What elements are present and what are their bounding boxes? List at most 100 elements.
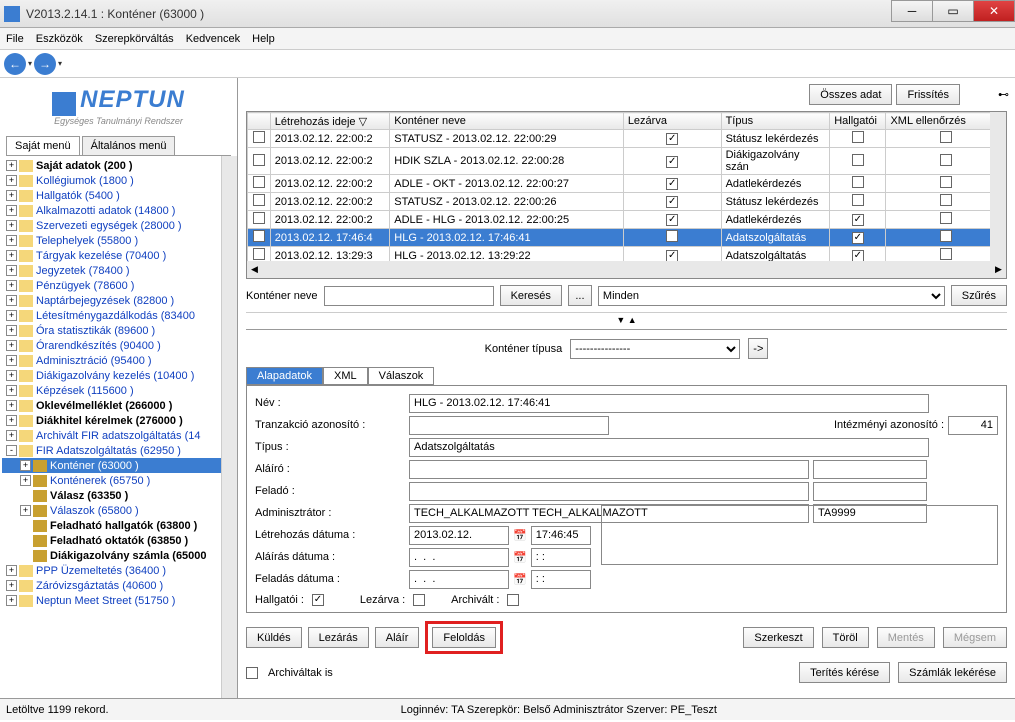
tab-xml[interactable]: XML [323, 367, 368, 385]
grid-row[interactable]: 2013.02.12. 22:00:2ADLE - HLG - 2013.02.… [248, 211, 1006, 229]
expand-icon[interactable]: + [6, 160, 17, 171]
tree-item[interactable]: +Telephelyek (55800 ) [2, 233, 235, 248]
expand-icon[interactable]: + [6, 580, 17, 591]
edit-button[interactable]: Szerkeszt [743, 627, 813, 648]
checkbox[interactable] [852, 194, 864, 206]
menu-roles[interactable]: Szerepkörváltás [95, 33, 174, 45]
nav-back-dropdown[interactable]: ▾ [28, 59, 32, 68]
grid-header-created[interactable]: Létrehozás ideje ▽ [270, 113, 389, 130]
expand-icon[interactable]: + [6, 220, 17, 231]
tree-item[interactable]: Feladható hallgatók (63800 ) [2, 518, 235, 533]
grid-header-student[interactable]: Hallgatói [830, 113, 886, 130]
checkbox[interactable] [852, 176, 864, 188]
tree-scrollbar[interactable] [221, 156, 237, 698]
tab-answers[interactable]: Válaszok [368, 367, 435, 385]
checkbox[interactable] [852, 154, 864, 166]
tree-item[interactable]: +Naptárbejegyzések (82800 ) [2, 293, 235, 308]
tree-item[interactable]: +PPP Üzemeltetés (36400 ) [2, 563, 235, 578]
sender-code-field[interactable] [813, 482, 927, 501]
checkbox[interactable] [253, 248, 265, 260]
checkbox[interactable] [852, 131, 864, 143]
tree-item[interactable]: +Jegyzetek (78400 ) [2, 263, 235, 278]
expand-icon[interactable]: + [6, 310, 17, 321]
archived-too-checkbox[interactable] [246, 667, 258, 679]
checkbox[interactable]: ✓ [852, 214, 864, 226]
tree-item[interactable]: +Konténerek (65750 ) [2, 473, 235, 488]
tree-item[interactable]: +Konténer (63000 ) [2, 458, 235, 473]
grid-scrollbar-horizontal[interactable]: ◀▶ [247, 261, 1006, 278]
grid-row[interactable]: 2013.02.12. 22:00:2STATUSZ - 2013.02.12.… [248, 193, 1006, 211]
transaction-field[interactable] [409, 416, 609, 435]
container-grid[interactable]: Létrehozás ideje ▽ Konténer neve Lezárva… [247, 112, 1006, 279]
sign-button[interactable]: Aláír [375, 627, 420, 648]
expand-icon[interactable]: + [6, 280, 17, 291]
tree-item[interactable]: +Adminisztráció (95400 ) [2, 353, 235, 368]
expand-icon[interactable]: + [6, 595, 17, 606]
tab-own-menu[interactable]: Saját menü [6, 136, 80, 155]
checkbox[interactable]: ✓ [666, 214, 678, 226]
expand-collapse-control[interactable]: ▼ ▲ [246, 312, 1007, 327]
signer-field[interactable] [409, 460, 809, 479]
calendar-icon[interactable]: 📅 [513, 551, 527, 564]
expand-icon[interactable]: + [6, 190, 17, 201]
tree-item[interactable]: +Létesítménygazdálkodás (83400 [2, 308, 235, 323]
archived-checkbox[interactable] [507, 594, 519, 606]
navigation-tree[interactable]: +Saját adatok (200 )+Kollégiumok (1800 )… [0, 156, 237, 698]
checkbox[interactable] [940, 230, 952, 242]
calendar-icon[interactable]: 📅 [513, 529, 527, 542]
checkbox[interactable] [666, 230, 678, 242]
tree-item[interactable]: +Hallgatók (5400 ) [2, 188, 235, 203]
container-type-go-button[interactable]: -> [748, 338, 768, 359]
checkbox[interactable] [940, 176, 952, 188]
notes-area[interactable] [601, 505, 998, 565]
nav-forward-button[interactable]: → [34, 53, 56, 75]
unlock-button[interactable]: Feloldás [432, 627, 496, 648]
locked-checkbox[interactable] [413, 594, 425, 606]
expand-icon[interactable]: + [6, 370, 17, 381]
grid-header-type[interactable]: Típus [721, 113, 830, 130]
menu-help[interactable]: Help [252, 33, 275, 45]
grid-row[interactable]: 2013.02.12. 17:46:4HLG - 2013.02.12. 17:… [248, 229, 1006, 247]
close-button[interactable]: ✕ [973, 0, 1015, 22]
request-spread-button[interactable]: Terítés kérése [799, 662, 890, 683]
tree-item[interactable]: -FIR Adatszolgáltatás (62950 ) [2, 443, 235, 458]
tree-item[interactable]: +Pénzügyek (78600 ) [2, 278, 235, 293]
student-checkbox[interactable]: ✓ [312, 594, 324, 606]
search-button[interactable]: Keresés [500, 285, 562, 306]
close-container-button[interactable]: Lezárás [308, 627, 369, 648]
checkbox[interactable] [253, 131, 265, 143]
expand-icon[interactable]: + [6, 235, 17, 246]
nav-back-button[interactable]: ← [4, 53, 26, 75]
institution-field[interactable] [948, 416, 998, 435]
checkbox[interactable] [940, 194, 952, 206]
tree-item[interactable]: +Saját adatok (200 ) [2, 158, 235, 173]
expand-icon[interactable]: + [6, 265, 17, 276]
send-button[interactable]: Küldés [246, 627, 302, 648]
minimize-button[interactable]: ─ [891, 0, 933, 22]
grid-row[interactable]: 2013.02.12. 22:00:2ADLE - OKT - 2013.02.… [248, 175, 1006, 193]
expand-icon[interactable]: + [6, 385, 17, 396]
senddate-field[interactable] [409, 570, 509, 589]
checkbox[interactable]: ✓ [666, 156, 678, 168]
pin-icon[interactable]: ⊷ [998, 88, 1009, 101]
expand-icon[interactable]: + [20, 460, 31, 471]
checkbox[interactable] [940, 154, 952, 166]
tree-item[interactable]: +Órarendkészítés (90400 ) [2, 338, 235, 353]
checkbox[interactable] [940, 131, 952, 143]
checkbox[interactable]: ✓ [852, 232, 864, 244]
expand-icon[interactable]: - [6, 445, 17, 456]
createdate-field[interactable] [409, 526, 509, 545]
tree-item[interactable]: +Oklevélmelléklet (266000 ) [2, 398, 235, 413]
expand-icon[interactable]: + [6, 430, 17, 441]
all-data-button[interactable]: Összes adat [809, 84, 892, 105]
expand-icon[interactable]: + [20, 475, 31, 486]
expand-icon[interactable]: + [6, 175, 17, 186]
checkbox[interactable] [253, 194, 265, 206]
refresh-button[interactable]: Frissítés [896, 84, 960, 105]
expand-icon[interactable]: + [6, 325, 17, 336]
expand-icon[interactable]: + [6, 295, 17, 306]
checkbox[interactable] [253, 154, 265, 166]
tree-item[interactable]: Feladható oktatók (63850 ) [2, 533, 235, 548]
grid-row[interactable]: 2013.02.12. 22:00:2HDIK SZLA - 2013.02.1… [248, 148, 1006, 175]
nav-fwd-dropdown[interactable]: ▾ [58, 59, 62, 68]
